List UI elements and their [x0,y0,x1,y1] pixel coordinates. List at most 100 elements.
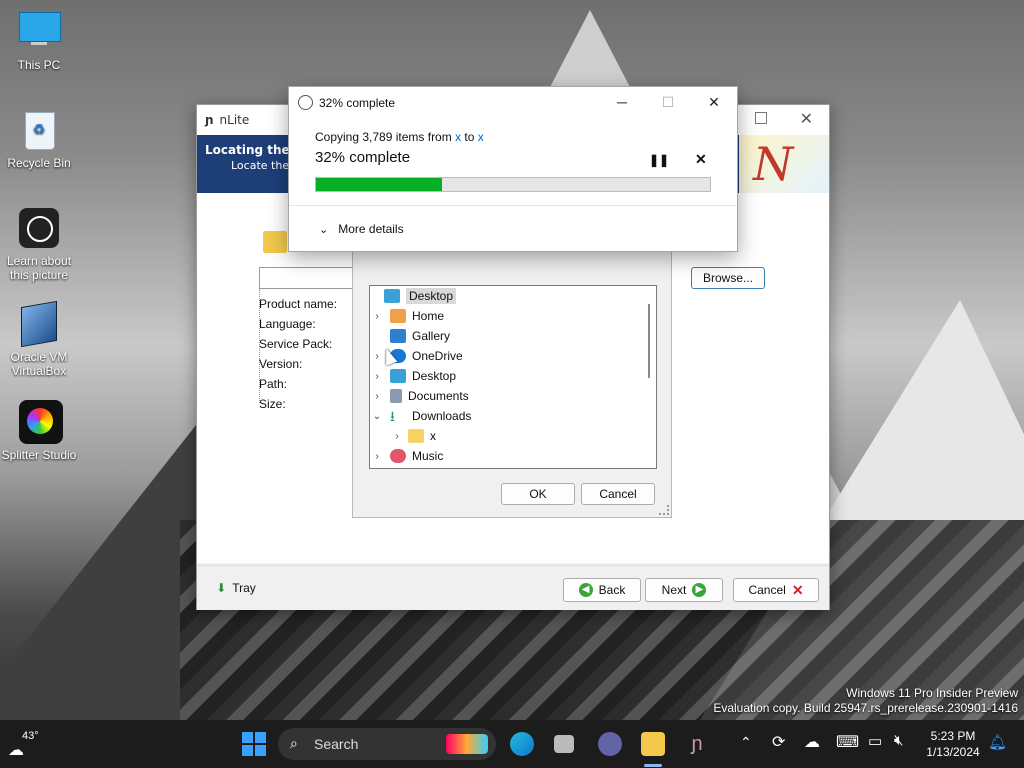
next-arrow-icon: ▶ [692,583,707,597]
cancel-copy-icon[interactable]: ✕ [695,151,707,168]
pause-icon[interactable]: ❚❚ [649,153,669,167]
dialog-cancel-button[interactable]: Cancel [581,483,655,505]
notification-bell-icon[interactable]: 🔔︎ [988,733,1007,751]
search-icon: ⌕ [290,735,298,751]
desktop-icon-label: Recycle Bin [7,156,71,170]
show-hidden-icons-chevron[interactable]: ⌃ [740,734,752,751]
splitter-studio-icon [17,400,63,444]
close-button[interactable]: ✕ [699,91,729,113]
property-service-pack: Service Pack: [259,337,333,351]
file-explorer-icon[interactable] [641,732,665,756]
music-icon [390,449,406,463]
progress-status: 32% complete [315,149,411,166]
folder-tree[interactable]: Desktop › Home Gallery › OneDrive › Desk… [369,285,657,469]
tree-item-home[interactable]: › Home [370,306,640,326]
desktop-icon-label: This PC [17,58,61,72]
chevron-right-icon[interactable]: › [370,371,384,382]
next-button[interactable]: Next ▶ [645,578,723,602]
copy-progress-dialog: 32% complete ─ ☐ ✕ Copying 3,789 items f… [288,86,738,252]
desktop-icon [384,289,400,303]
tree-item-x[interactable]: › x [390,426,656,446]
desktop-icon-label: Learn about this picture [6,254,72,282]
nlite-title: nLite [219,113,250,127]
volume-muted-icon[interactable]: 🔇︎ [894,732,903,749]
clock[interactable]: 5:23 PM 1/13/2024 [922,728,984,760]
downloads-icon: ⭳ [390,408,395,424]
copy-description: Copying 3,789 items from x to x [315,130,484,144]
gallery-icon [390,329,406,343]
monitor-icon [17,10,61,54]
tree-item-documents[interactable]: › Documents [370,386,640,406]
progress-dialog-title: 32% complete [319,96,396,110]
desktop-icon-virtualbox[interactable]: Oracle VM VirtualBox [0,300,78,378]
nlite-taskbar-icon[interactable]: ɲ [685,732,709,756]
taskbar: ☁ 43° ⌕ Search ɲ ⌃ ⟳ ☁ ⌨ ▭ 🔇︎ 5:23 PM 1/… [0,720,1024,768]
virtualbox-icon [17,300,61,348]
edge-icon[interactable] [510,732,534,756]
resize-grip[interactable] [659,505,669,515]
search-box[interactable]: ⌕ Search [278,728,496,760]
desktop-icon-learn-picture[interactable]: Learn about this picture [0,206,78,282]
recycle-bin-icon: ♻ [17,108,61,152]
property-product-name: Product name: [259,297,338,311]
maximize-icon[interactable] [755,112,767,124]
nlite-footer: ⬇ Tray ◀ Back Next ▶ Cancel ✕ [197,565,829,610]
watermark-line2: Evaluation copy. Build 25947.rs_prerelea… [713,701,1018,715]
desktop-icon-label: Splitter Studio [1,448,77,462]
chevron-right-icon[interactable]: › [370,391,384,402]
close-icon[interactable]: ✕ [800,109,813,128]
nlite-banner-logo: N [739,135,829,193]
documents-icon [390,389,402,403]
chevron-right-icon[interactable]: › [370,311,384,322]
progress-bar-fill [316,178,443,191]
task-view-icon[interactable] [554,735,574,753]
folder-cd-icon [263,231,287,253]
ok-button[interactable]: OK [501,483,575,505]
path-input[interactable] [259,267,357,289]
active-indicator [644,764,662,767]
chevron-right-icon[interactable]: › [370,451,384,462]
property-path: Path: [259,377,288,391]
maximize-button: ☐ [661,94,675,110]
start-button[interactable] [242,732,266,756]
back-arrow-icon: ◀ [578,583,593,597]
teams-icon[interactable] [598,732,622,756]
cancel-x-icon: ✕ [791,581,804,598]
desktop-icon-this-pc[interactable]: This PC [0,10,78,72]
browse-button[interactable]: Browse... [691,267,765,289]
property-language: Language: [259,317,316,331]
tree-scrollbar[interactable] [648,304,650,378]
keyboard-icon[interactable]: ⌨ [836,732,859,752]
minimize-button[interactable]: ─ [607,91,637,113]
chevron-right-icon[interactable]: › [390,431,404,442]
folder-icon [408,429,424,443]
desktop-icon [390,369,406,383]
onedrive-tray-icon[interactable]: ☁ [804,732,820,752]
more-details-toggle[interactable]: ⌄ More details [319,222,404,236]
tree-item-desktop-2[interactable]: › Desktop [370,366,640,386]
property-size: Size: [259,397,286,411]
network-icon[interactable]: ▭ [868,732,882,750]
destination-link[interactable]: x [478,130,484,144]
chevron-down-icon[interactable]: ⌄ [370,411,384,422]
chevron-down-icon: ⌄ [319,223,329,236]
back-button[interactable]: ◀ Back [563,578,641,602]
search-highlight-icon [446,734,488,754]
tree-item-music[interactable]: › Music [370,446,640,466]
cancel-button[interactable]: Cancel ✕ [733,578,819,602]
desktop-icon-splitter-studio[interactable]: Splitter Studio [0,400,78,462]
sync-icon[interactable]: ⟳ [772,732,785,752]
tree-item-desktop[interactable]: Desktop [370,286,640,306]
tree-item-downloads[interactable]: ⌄ ⭳ Downloads [370,406,640,426]
clock-icon [298,95,313,110]
camera-icon [17,206,61,250]
home-icon [390,309,406,323]
progress-bar [315,177,711,192]
tray-button[interactable]: ⬇ Tray [211,578,261,598]
desktop-icon-label: Oracle VM VirtualBox [10,350,68,378]
desktop-icon-recycle-bin[interactable]: ♻ Recycle Bin [0,108,78,170]
nlite-logo-icon: ɲ [205,113,214,127]
weather-widget[interactable]: ☁ 43° [8,728,48,760]
tree-item-onedrive[interactable]: › OneDrive [370,346,640,366]
tree-item-gallery[interactable]: Gallery [370,326,640,346]
